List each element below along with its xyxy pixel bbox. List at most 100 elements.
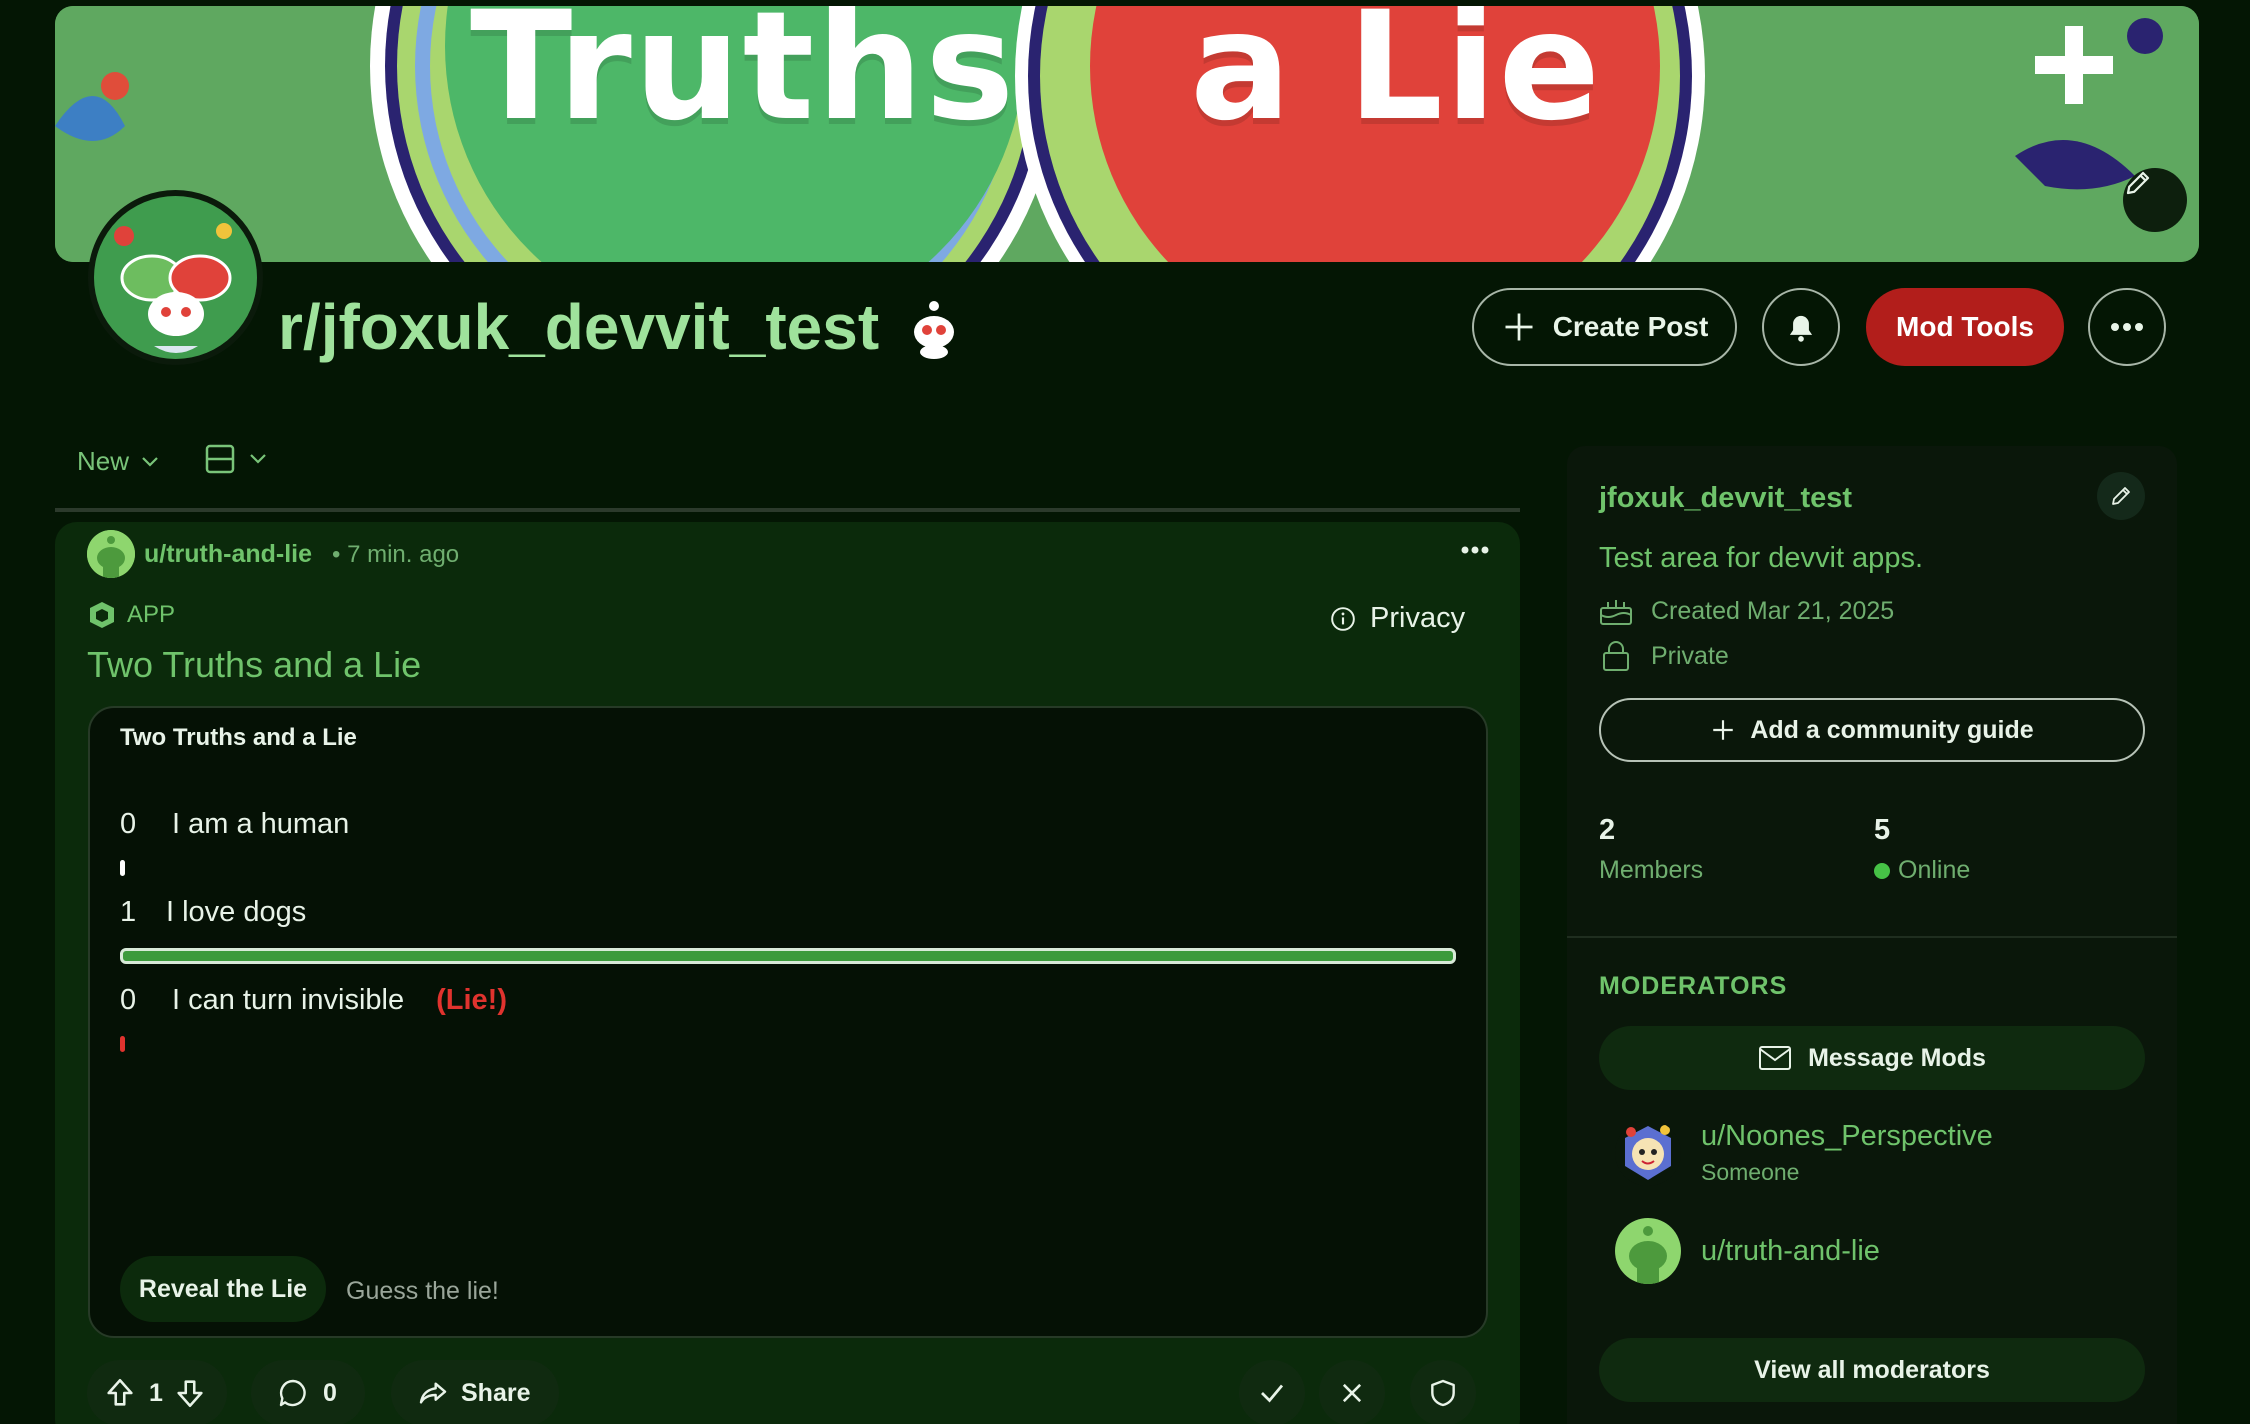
statement-text: I love dogs <box>166 896 307 928</box>
created-date-text: Created Mar 21, 2025 <box>1651 596 1895 625</box>
bell-icon <box>1789 315 1813 342</box>
sort-label: New <box>77 446 130 476</box>
community-avatar-art <box>94 196 257 359</box>
edit-banner-button[interactable] <box>2123 168 2187 232</box>
visibility-text: Private <box>1651 641 1729 670</box>
statement-count: 1 <box>120 896 137 928</box>
vote-count: 1 <box>149 1378 163 1407</box>
vote-bar <box>120 860 125 876</box>
statement-count: 0 <box>120 984 137 1016</box>
chevron-down-icon <box>250 454 266 464</box>
community-title: r/jfoxuk_devvit_test <box>278 291 880 363</box>
community-more-button[interactable] <box>2088 288 2166 366</box>
vote-group: 1 <box>87 1360 227 1424</box>
privacy-button[interactable]: Privacy <box>1330 602 1465 635</box>
info-icon <box>1331 606 1355 631</box>
post-card[interactable]: u/truth-and-lie • 7 min. ago APP Privacy… <box>55 522 1520 1424</box>
post-more-button[interactable] <box>1453 532 1497 568</box>
more-icon <box>2111 323 2143 331</box>
share-label: Share <box>461 1378 531 1407</box>
mod-shield-button[interactable] <box>1410 1360 1476 1424</box>
approve-button[interactable] <box>1239 1360 1305 1424</box>
community-description: Test area for devvit apps. <box>1599 542 1923 574</box>
comment-icon <box>279 1379 306 1407</box>
sidebar-community-name: jfoxuk_devvit_test <box>1599 482 1853 514</box>
statement-text: I can turn invisible <box>172 984 405 1016</box>
created-date: Created Mar 21, 2025 <box>1599 596 1894 626</box>
moderators-heading: MODERATORS <box>1599 972 1788 1000</box>
post-author[interactable]: u/truth-and-lie <box>144 540 312 569</box>
more-icon <box>1461 546 1489 554</box>
moderator-name[interactable]: u/truth-and-lie <box>1701 1235 1880 1268</box>
layout-icon <box>205 444 235 474</box>
feed-divider <box>55 508 1520 512</box>
plus-icon <box>1713 720 1734 740</box>
share-button[interactable]: Share <box>391 1360 559 1424</box>
author-avatar[interactable] <box>87 530 135 578</box>
app-embed: Two Truths and a Lie 0 I am a human 1 I … <box>88 706 1488 1338</box>
add-guide-label: Add a community guide <box>1750 715 2034 744</box>
app-tag-label: APP <box>127 601 176 628</box>
post-title[interactable]: Two Truths and a Lie <box>87 644 421 686</box>
lock-icon <box>1603 641 1629 671</box>
community-visibility: Private <box>1599 640 1729 672</box>
moderator-name[interactable]: u/Noones_Perspective <box>1701 1120 1993 1153</box>
avatar-art <box>1615 1120 1681 1186</box>
app-icon <box>90 602 114 628</box>
guess-hint: Guess the lie! <box>346 1277 499 1305</box>
cake-icon <box>1600 600 1632 625</box>
snoo-badge-icon <box>914 301 954 359</box>
create-post-label: Create Post <box>1552 311 1709 342</box>
view-all-moderators-button[interactable]: View all moderators <box>1599 1338 2145 1402</box>
add-community-guide-button[interactable]: Add a community guide <box>1599 698 2145 762</box>
statement-option[interactable]: 1 I love dogs <box>120 896 306 929</box>
statement-count: 0 <box>120 808 137 840</box>
mod-tools-button[interactable]: Mod Tools <box>1866 288 2064 366</box>
online-dot-icon <box>1874 862 1890 879</box>
reveal-lie-button[interactable]: Reveal the Lie <box>120 1256 326 1322</box>
online-count: 5 <box>1874 814 1891 846</box>
statement-option[interactable]: 0 I can turn invisible (Lie!) <box>120 984 507 1017</box>
app-header: Two Truths and a Lie <box>120 724 357 751</box>
moderator-item[interactable]: u/truth-and-lie <box>1615 1218 1880 1284</box>
snoo-avatar-icon <box>87 530 135 578</box>
message-mods-label: Message Mods <box>1808 1043 1986 1072</box>
banner-text-lie: a Lie <box>1190 6 1603 154</box>
share-icon <box>419 1382 447 1404</box>
members-count: 2 <box>1599 814 1616 846</box>
pencil-icon <box>2112 487 2130 505</box>
moderator-item[interactable]: u/Noones_Perspective Someone <box>1615 1120 1993 1186</box>
sort-dropdown[interactable]: New <box>77 446 159 477</box>
post-time: • 7 min. ago <box>332 541 460 568</box>
banner-text-truths: Truths <box>470 6 1017 154</box>
online-status: Online <box>1874 856 1970 885</box>
create-post-button[interactable]: Create Post <box>1472 288 1737 366</box>
edit-community-button[interactable] <box>2097 472 2145 520</box>
mail-icon <box>1759 1046 1792 1070</box>
upvote-icon[interactable] <box>103 1376 137 1410</box>
moderator-avatar <box>1615 1120 1681 1186</box>
layout-dropdown[interactable] <box>205 444 267 474</box>
app-tag: APP <box>87 600 175 630</box>
pencil-icon <box>2126 171 2150 195</box>
snoo-avatar-icon <box>1615 1218 1681 1284</box>
community-sidebar: jfoxuk_devvit_test Test area for devvit … <box>1567 446 2177 1424</box>
shield-icon <box>1431 1379 1455 1407</box>
banner-art <box>55 6 2199 262</box>
comments-button[interactable]: 0 <box>251 1360 365 1424</box>
downvote-icon[interactable] <box>173 1376 207 1410</box>
community-banner: Truths a Lie <box>55 6 2199 262</box>
message-mods-button[interactable]: Message Mods <box>1599 1026 2145 1090</box>
remove-icon <box>1342 1383 1362 1403</box>
plus-icon <box>1505 313 1533 341</box>
remove-button[interactable] <box>1319 1360 1385 1424</box>
approve-icon <box>1261 1384 1284 1403</box>
online-label: Online <box>1898 856 1971 884</box>
members-label: Members <box>1599 856 1704 884</box>
sidebar-divider <box>1567 936 2177 938</box>
lie-label: (Lie!) <box>436 984 507 1016</box>
statement-option[interactable]: 0 I am a human <box>120 808 349 841</box>
notifications-button[interactable] <box>1762 288 1840 366</box>
chevron-down-icon <box>142 456 158 467</box>
moderator-avatar <box>1615 1218 1681 1284</box>
